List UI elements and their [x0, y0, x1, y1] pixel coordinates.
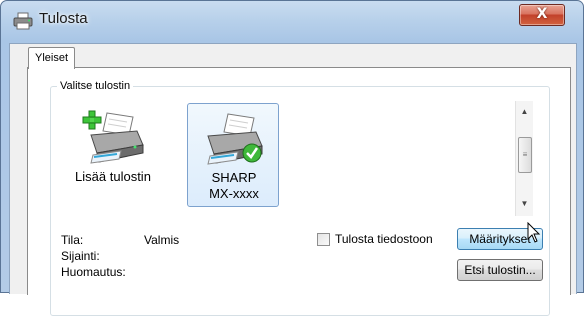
tab-panel-general: Valitse tulostin Lisää tulostin SHARP MX…: [27, 67, 571, 316]
tab-general[interactable]: Yleiset: [28, 47, 76, 69]
scroll-thumb[interactable]: ≡: [518, 137, 532, 173]
add-printer-icon: [82, 110, 144, 164]
select-printer-group: Valitse tulostin Lisää tulostin SHARP MX…: [50, 79, 550, 316]
scroll-up-icon[interactable]: ▲: [516, 103, 533, 120]
mouse-cursor-icon: [527, 222, 541, 243]
print-dialog-window: Tulosta X Yleiset Valitse tulostin Lisää…: [0, 0, 584, 316]
print-to-file-label[interactable]: Tulosta tiedostoon: [335, 232, 433, 246]
printer-icon: [13, 12, 33, 30]
printer-item-add[interactable]: Lisää tulostin: [67, 103, 159, 207]
printer-item-sharp[interactable]: SHARP MX-xxxx: [187, 103, 279, 207]
checkbox-box[interactable]: [317, 233, 330, 246]
printer-list-scrollbar[interactable]: ▲ ≡ ▼: [515, 101, 533, 216]
printer-list[interactable]: Lisää tulostin SHARP MX-xxxx ▲ ≡ ▼: [65, 101, 535, 216]
comment-label: Huomautus:: [61, 265, 126, 279]
printer-name-line2: MX-xxxx: [209, 186, 259, 201]
printer-label-add: Lisää tulostin: [75, 169, 151, 184]
printer-name-line1: SHARP: [211, 170, 257, 185]
window-title: Tulosta: [39, 10, 88, 27]
dialog-client-area: Yleiset Valitse tulostin Lisää tulostin …: [9, 43, 577, 316]
scroll-down-icon[interactable]: ▼: [516, 195, 533, 212]
close-icon: X: [536, 6, 548, 22]
status-label: Tila:: [61, 233, 84, 247]
title-bar[interactable]: Tulosta X: [1, 1, 584, 43]
find-printer-button[interactable]: Etsi tulostin...: [457, 259, 543, 281]
default-printer-icon: [207, 113, 263, 165]
close-button[interactable]: X: [519, 4, 565, 26]
group-title: Valitse tulostin: [57, 79, 134, 93]
printer-label-sharp: SHARP MX-xxxx: [188, 170, 280, 202]
location-label: Sijainti:: [61, 249, 100, 263]
status-value: Valmis: [144, 233, 180, 247]
